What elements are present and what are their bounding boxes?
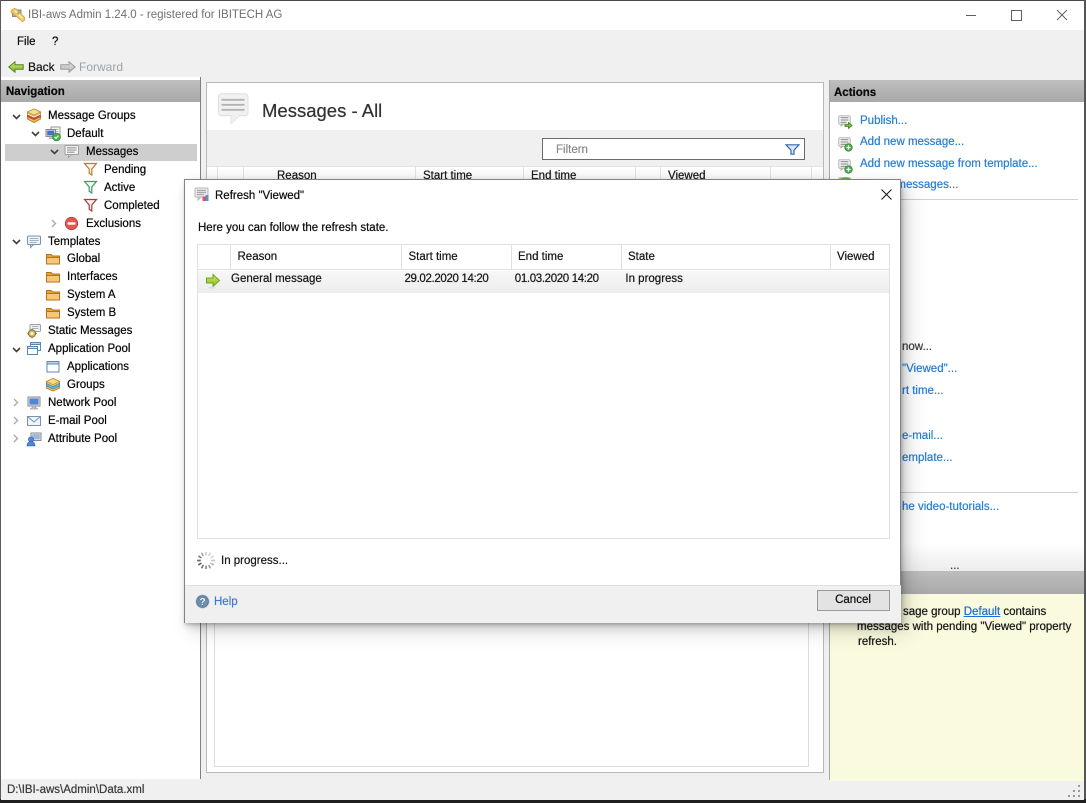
svg-text:?: ? xyxy=(199,597,205,608)
